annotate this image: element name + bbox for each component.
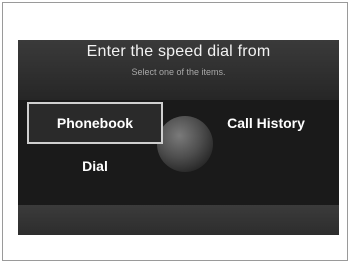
phonebook-button[interactable]: Phonebook — [27, 102, 163, 144]
figure-frame: Enter the speed dial from Select one of … — [2, 2, 348, 261]
call-history-button[interactable]: Call History — [196, 102, 336, 144]
nav-screen: Enter the speed dial from Select one of … — [18, 40, 339, 235]
dial-button[interactable]: Dial — [27, 146, 163, 186]
screen-subtitle: Select one of the items. — [131, 67, 226, 77]
screen-title: Enter the speed dial from — [86, 43, 271, 60]
screen-header: Enter the speed dial from Select one of … — [18, 40, 339, 100]
screen-footer — [18, 205, 339, 235]
